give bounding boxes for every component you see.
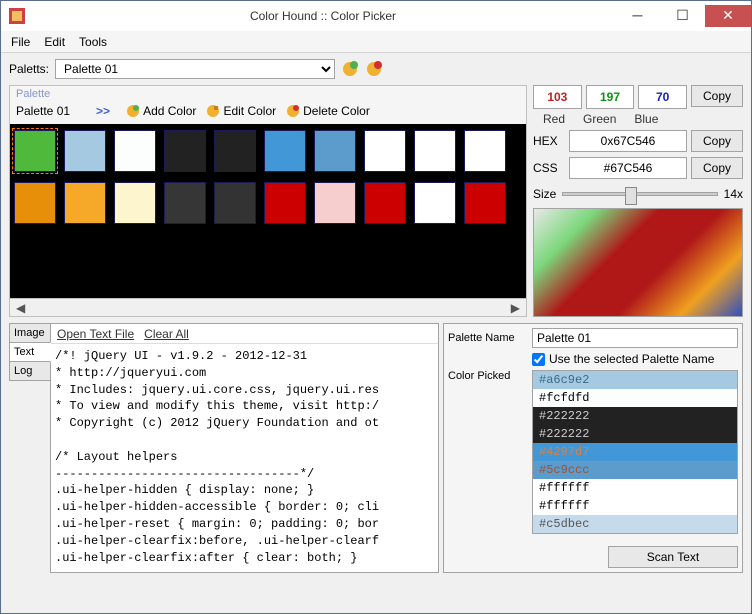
delete-color-button[interactable]: Delete Color [286, 104, 370, 118]
swatch[interactable] [64, 130, 106, 172]
blue-label: Blue [634, 112, 658, 126]
maximize-button[interactable]: ☐ [660, 5, 705, 27]
swatch[interactable] [314, 130, 356, 172]
magnifier-preview [533, 208, 743, 317]
swatch[interactable] [364, 182, 406, 224]
open-text-file-button[interactable]: Open Text File [57, 327, 134, 341]
use-selected-checkbox[interactable] [532, 353, 545, 366]
picked-item[interactable]: #a6c9e2 [533, 371, 737, 389]
menu-edit[interactable]: Edit [38, 32, 71, 52]
css-label: CSS [533, 161, 565, 175]
tab-log[interactable]: Log [9, 361, 51, 381]
picked-item[interactable]: #ffffff [533, 479, 737, 497]
picked-item[interactable]: #222222 [533, 425, 737, 443]
edit-color-button[interactable]: Edit Color [206, 104, 276, 118]
minimize-button[interactable]: ─ [615, 5, 660, 27]
swatch[interactable] [364, 130, 406, 172]
swatch[interactable] [414, 182, 456, 224]
picked-item[interactable]: #4297d7 [533, 443, 737, 461]
palette-add-icon[interactable] [341, 60, 359, 78]
swatch[interactable] [14, 182, 56, 224]
palette-name-input[interactable] [532, 328, 738, 348]
palette-name-label: Palette Name [448, 332, 526, 344]
palette-scrollbar[interactable]: ◀▶ [10, 298, 526, 316]
swatch[interactable] [464, 182, 506, 224]
picked-item[interactable]: #c5dbec [533, 515, 737, 533]
css-copy-button[interactable]: Copy [691, 157, 743, 179]
paletts-label: Paletts: [9, 62, 49, 76]
app-icon [9, 8, 25, 24]
scan-text-button[interactable]: Scan Text [608, 546, 738, 568]
menu-tools[interactable]: Tools [73, 32, 113, 52]
hex-label: HEX [533, 134, 565, 148]
css-value: #67C546 [569, 157, 687, 179]
rgb-b-value: 70 [638, 85, 687, 109]
size-value: 14x [724, 187, 743, 201]
swatch[interactable] [14, 130, 56, 172]
color-picked-label: Color Picked [448, 370, 526, 382]
palette-remove-icon[interactable] [365, 60, 383, 78]
palette-panel: Palette Palette 01 >> Add Color Edit Col… [9, 85, 527, 317]
size-label: Size [533, 187, 556, 201]
swatch[interactable] [164, 130, 206, 172]
titlebar: Color Hound :: Color Picker ─ ☐ ✕ [1, 1, 751, 31]
hex-copy-button[interactable]: Copy [691, 130, 743, 152]
hex-value: 0x67C546 [569, 130, 687, 152]
menubar: File Edit Tools [1, 31, 751, 53]
swatch[interactable] [464, 130, 506, 172]
rgb-copy-button[interactable]: Copy [691, 85, 743, 107]
rgb-g-value: 197 [586, 85, 635, 109]
add-color-button[interactable]: Add Color [126, 104, 196, 118]
picked-item[interactable]: #5c9ccc [533, 461, 737, 479]
code-textarea[interactable]: /*! jQuery UI - v1.9.2 - 2012-12-31 * ht… [51, 344, 438, 572]
swatch[interactable] [214, 182, 256, 224]
swatch[interactable] [264, 182, 306, 224]
close-button[interactable]: ✕ [705, 5, 751, 27]
picked-item[interactable]: #fcfdfd [533, 389, 737, 407]
menu-file[interactable]: File [5, 32, 36, 52]
size-slider[interactable] [562, 192, 717, 196]
clear-all-button[interactable]: Clear All [144, 327, 189, 341]
swatch[interactable] [64, 182, 106, 224]
tab-text[interactable]: Text [9, 342, 51, 362]
color-picked-list[interactable]: #a6c9e2#fcfdfd#222222#222222#4297d7#5c9c… [532, 370, 738, 534]
palette-arrows[interactable]: >> [96, 104, 110, 118]
window-title: Color Hound :: Color Picker [31, 9, 615, 23]
use-selected-label: Use the selected Palette Name [549, 352, 714, 366]
palette-name: Palette 01 [16, 104, 70, 118]
picked-item[interactable]: #ffffff [533, 497, 737, 515]
picked-item[interactable]: #222222 [533, 407, 737, 425]
swatch[interactable] [164, 182, 206, 224]
tab-image[interactable]: Image [9, 323, 51, 343]
swatch[interactable] [214, 130, 256, 172]
swatch[interactable] [114, 130, 156, 172]
red-label: Red [543, 112, 565, 126]
swatch-area [10, 124, 526, 298]
swatch[interactable] [114, 182, 156, 224]
rgb-r-value: 103 [533, 85, 582, 109]
swatch[interactable] [414, 130, 456, 172]
green-label: Green [583, 112, 616, 126]
palette-group-title: Palette [10, 86, 526, 102]
swatch[interactable] [264, 130, 306, 172]
palette-select[interactable]: Palette 01 [55, 59, 335, 79]
swatch[interactable] [314, 182, 356, 224]
